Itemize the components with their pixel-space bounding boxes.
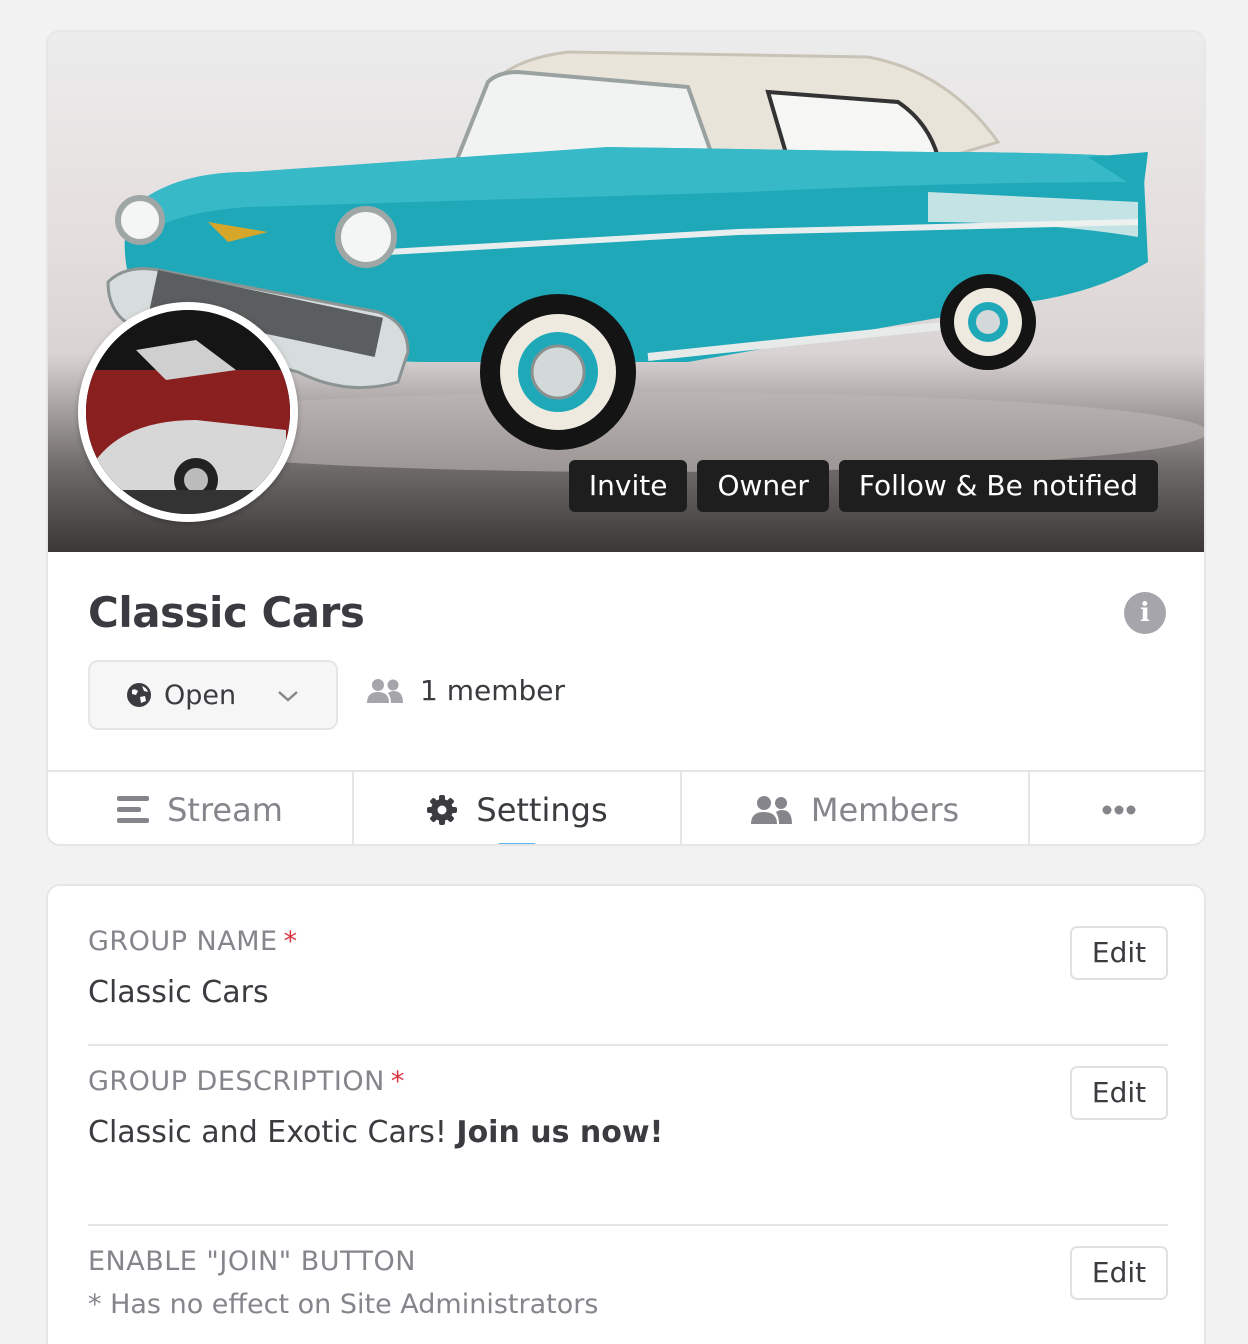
group-name-value: Classic Cars [88, 975, 269, 1010]
tab-settings[interactable]: Settings [354, 772, 682, 844]
users-icon [750, 796, 792, 824]
setting-group-description: GROUP DESCRIPTION * Classic and Exotic Ca… [88, 1066, 1168, 1150]
tab-members[interactable]: Members [682, 772, 1030, 844]
gullwing-car-image [86, 310, 290, 514]
edit-group-description-button[interactable]: Edit [1070, 1066, 1168, 1120]
group-header-card: Invite Owner Follow & Be notified Classi… [46, 30, 1206, 846]
globe-icon [127, 683, 151, 707]
join-button-note: * Has no effect on Site Administrators [88, 1289, 599, 1320]
privacy-dropdown[interactable]: Open [88, 660, 338, 730]
group-settings-card: GROUP NAME * Classic Cars Edit GROUP DESC… [46, 884, 1206, 1344]
member-count[interactable]: 1 member [366, 674, 565, 707]
required-marker: * [283, 926, 298, 957]
setting-label: GROUP NAME * [88, 926, 1168, 957]
gear-icon [427, 795, 458, 825]
member-count-label: 1 member [420, 674, 566, 707]
setting-label: GROUP DESCRIPTION * [88, 1066, 1168, 1097]
cover-actions: Invite Owner Follow & Be notified [568, 460, 1158, 512]
stream-icon [117, 796, 150, 823]
required-marker: * [390, 1066, 405, 1097]
setting-join-button: ENABLE "JOIN" BUTTON * Has no effect on … [88, 1246, 1168, 1320]
owner-button[interactable]: Owner [697, 460, 829, 512]
tab-more[interactable] [1030, 772, 1204, 844]
group-avatar[interactable] [78, 302, 298, 522]
edit-group-name-button[interactable]: Edit [1070, 926, 1168, 980]
follow-button[interactable]: Follow & Be notified [838, 460, 1158, 512]
chevron-down-icon [278, 691, 298, 702]
invite-button[interactable]: Invite [568, 460, 688, 512]
privacy-label: Open [164, 679, 237, 711]
tab-members-label: Members [810, 791, 960, 829]
group-name-label: GROUP NAME [88, 926, 278, 957]
cover-image: Invite Owner Follow & Be notified [48, 32, 1204, 552]
tab-stream-label: Stream [167, 791, 283, 829]
join-button-label: ENABLE "JOIN" BUTTON [88, 1246, 416, 1277]
tab-settings-label: Settings [476, 791, 608, 829]
setting-group-name: GROUP NAME * Classic Cars Edit [88, 926, 1168, 1010]
edit-join-button-button[interactable]: Edit [1070, 1246, 1168, 1300]
group-title: Classic Cars [88, 588, 365, 637]
divider [88, 1224, 1168, 1226]
description-text: Classic and Exotic Cars! [88, 1115, 457, 1150]
group-description-value: Classic and Exotic Cars! Join us now! [88, 1115, 1168, 1150]
divider [88, 1044, 1168, 1046]
info-icon[interactable]: i [1124, 592, 1166, 634]
more-icon [1102, 805, 1136, 815]
tab-stream[interactable]: Stream [48, 772, 354, 844]
active-tab-indicator [497, 843, 537, 844]
users-icon [367, 678, 403, 703]
group-description-label: GROUP DESCRIPTION [88, 1066, 385, 1097]
description-bold-text: Join us now! [456, 1115, 664, 1150]
group-tabs: Stream Settings Members [48, 770, 1204, 844]
